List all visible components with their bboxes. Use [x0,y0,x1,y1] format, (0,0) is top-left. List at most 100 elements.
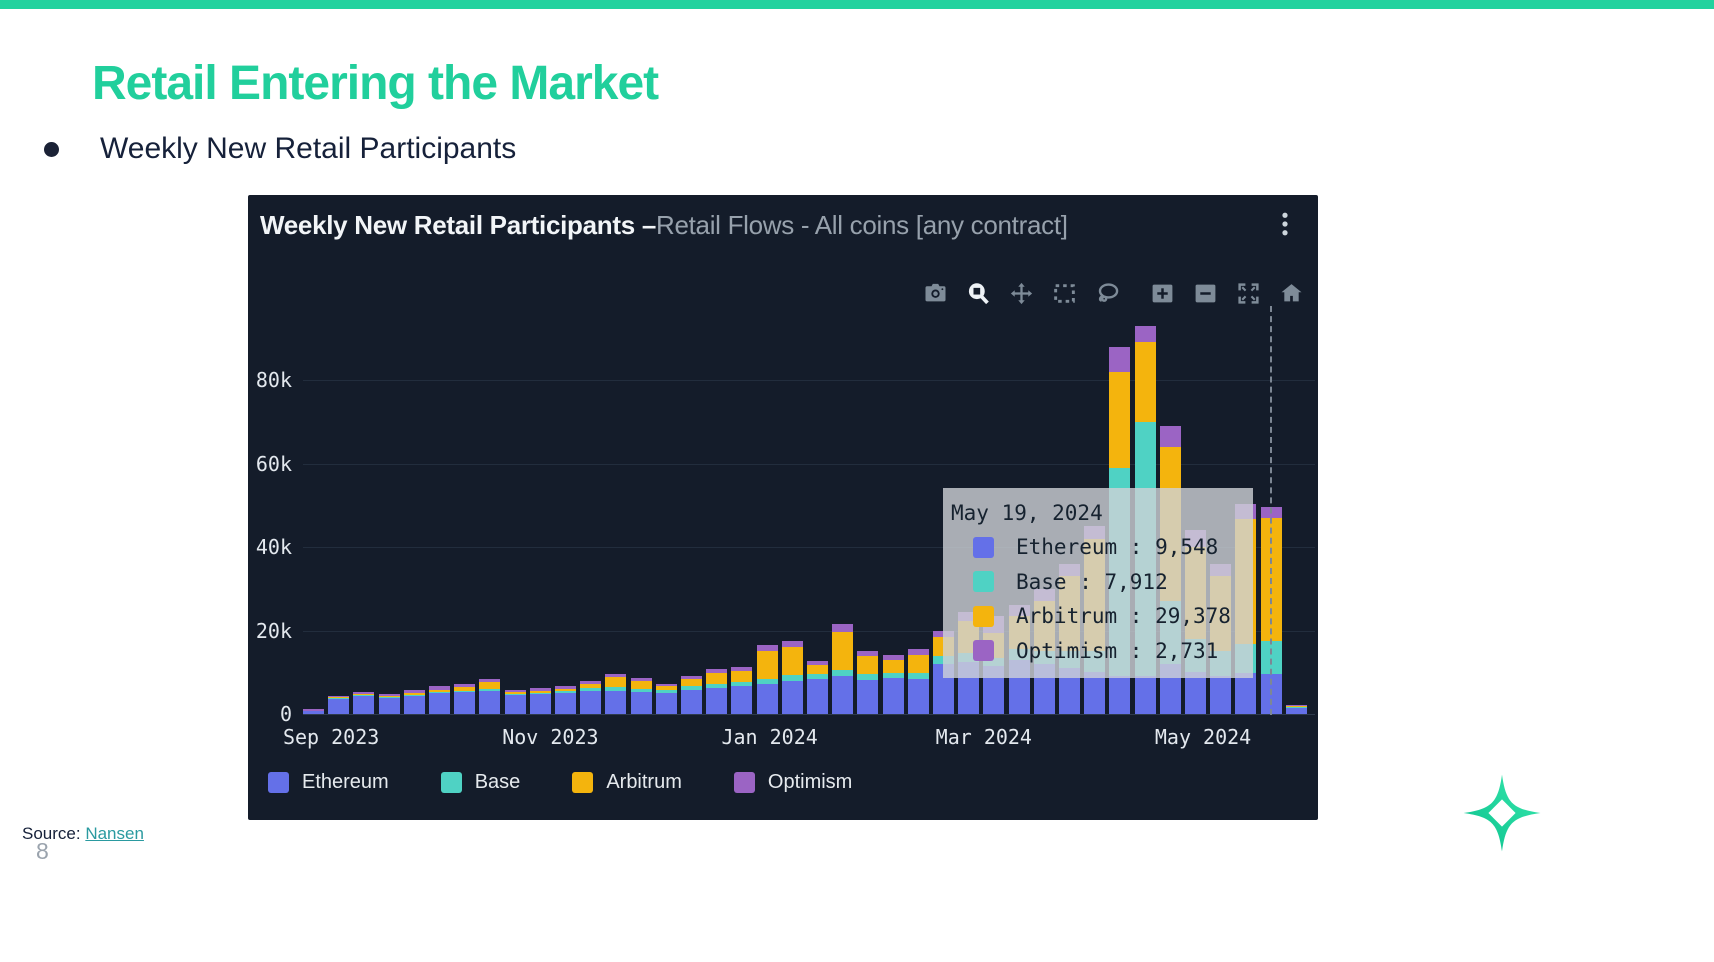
chart-header: Weekly New Retail Participants –Retail F… [260,209,1306,241]
zoom-icon[interactable] [966,281,991,306]
bar-jan-21[interactable] [832,624,853,714]
bar-nov-12[interactable] [580,681,601,714]
camera-icon[interactable] [923,281,948,306]
bar-sep-3[interactable] [328,696,349,714]
zoom-in-icon[interactable] [1150,281,1175,306]
bar-segment-ethereum [605,691,626,714]
tooltip-row-ethereum: Ethereum : 9,548 [947,530,1243,565]
bar-segment-ethereum [1185,672,1206,714]
bar-oct-22[interactable] [505,690,526,714]
y-axis-label: 60k [248,452,292,476]
bar-oct-1[interactable] [429,686,450,714]
bar-segment-arbitrum [883,660,904,673]
bar-segment-arbitrum [731,671,752,683]
tooltip-row-text: Arbitrum : 29,378 [1016,604,1231,628]
bar-segment-ethereum [530,694,551,714]
chart-title: Weekly New Retail Participants – [260,210,656,240]
bar-oct-15[interactable] [479,679,500,714]
tooltip: May 19, 2024 Ethereum : 9,548Base : 7,91… [943,488,1253,678]
bar-segment-arbitrum [605,677,626,687]
slide: Retail Entering the Market Weekly New Re… [0,0,1714,962]
bar-segment-optimism [1135,326,1156,343]
x-axis-label: May 2024 [1155,725,1251,749]
bar-segment-ethereum [757,684,778,714]
bullet-icon [44,142,59,157]
bar-aug-27[interactable] [303,709,324,714]
chart-subtitle: Retail Flows - All coins [any contract] [656,210,1068,240]
bar-oct-29[interactable] [530,688,551,714]
y-axis-label: 40k [248,535,292,559]
bar-segment-ethereum [353,696,374,714]
box-select-icon[interactable] [1052,281,1077,306]
bar-segment-ethereum [429,693,450,714]
bar-jan-14[interactable] [807,661,828,714]
legend-item-ethereum[interactable]: Ethereum [268,771,389,794]
bar-feb-4[interactable] [883,655,904,714]
vertical-dots-menu[interactable] [1270,209,1300,239]
bar-dec-31[interactable] [757,645,778,714]
chart-title-line: Weekly New Retail Participants –Retail F… [260,209,1068,241]
autoscale-icon[interactable] [1236,281,1261,306]
tooltip-row-text: Base : 7,912 [1016,570,1168,594]
source-row: Source: Nansen [22,824,144,844]
page-title: Retail Entering the Market [92,56,658,111]
bar-nov-5[interactable] [555,686,576,714]
legend-label: Ethereum [302,771,389,794]
bar-segment-ethereum [1135,676,1156,714]
bar-segment-ethereum [379,698,400,714]
bar-segment-ethereum [908,679,929,714]
legend-item-optimism[interactable]: Optimism [734,771,852,794]
legend-item-arbitrum[interactable]: Arbitrum [572,771,682,794]
bar-sep-10[interactable] [353,692,374,714]
tooltip-row-optimism: Optimism : 2,731 [947,634,1243,669]
bar-jan-7[interactable] [782,641,803,714]
x-axis-label: Mar 2024 [936,725,1032,749]
tooltip-row-base: Base : 7,912 [947,565,1243,600]
legend-item-base[interactable]: Base [441,771,521,794]
lasso-select-icon[interactable] [1095,281,1120,306]
bar-dec-10[interactable] [681,676,702,714]
optimism-legend-swatch-icon [734,772,755,793]
zoom-out-icon[interactable] [1193,281,1218,306]
bar-segment-ethereum [454,692,475,714]
bar-dec-24[interactable] [731,667,752,714]
bar-dec-17[interactable] [706,669,727,714]
bar-jan-28[interactable] [857,651,878,714]
tooltip-row-arbitrum: Arbitrum : 29,378 [947,599,1243,634]
source-label: Source: [22,824,81,843]
plot-area[interactable]: May 19, 2024 Ethereum : 9,548Base : 7,91… [303,310,1315,715]
legend-label: Arbitrum [606,771,682,794]
bar-sep-17[interactable] [379,694,400,714]
bar-nov-26[interactable] [631,678,652,714]
tooltip-row-text: Optimism : 2,731 [1016,639,1218,663]
source-link[interactable]: Nansen [85,824,144,843]
bar-may-26[interactable] [1286,705,1307,714]
bar-segment-ethereum [807,679,828,714]
bar-segment-arbitrum [706,673,727,684]
bar-segment-ethereum [580,691,601,714]
optimism-swatch-icon [973,640,994,661]
gridline-0 [303,714,1315,715]
bar-segment-arbitrum [1135,342,1156,421]
nansen-sparkle-logo [1462,770,1542,856]
bar-dec-3[interactable] [656,684,677,714]
pan-icon[interactable] [1009,281,1034,306]
bar-segment-optimism [1160,426,1181,447]
base-legend-swatch-icon [441,772,462,793]
bar-segment-ethereum [328,699,349,714]
bar-nov-19[interactable] [605,674,626,714]
bar-segment-ethereum [1109,676,1130,714]
x-axis-label: Nov 2023 [502,725,598,749]
arbitrum-swatch-icon [973,606,994,627]
arbitrum-legend-swatch-icon [572,772,593,793]
reset-home-icon[interactable] [1279,281,1304,306]
bullet-text: Weekly New Retail Participants [100,132,516,166]
bar-segment-ethereum [656,693,677,714]
bar-feb-11[interactable] [908,649,929,714]
bar-oct-8[interactable] [454,684,475,714]
bar-segment-arbitrum [782,647,803,675]
bar-segment-arbitrum [681,679,702,687]
bar-sep-24[interactable] [404,690,425,714]
base-swatch-icon [973,571,994,592]
bar-segment-ethereum [832,676,853,714]
